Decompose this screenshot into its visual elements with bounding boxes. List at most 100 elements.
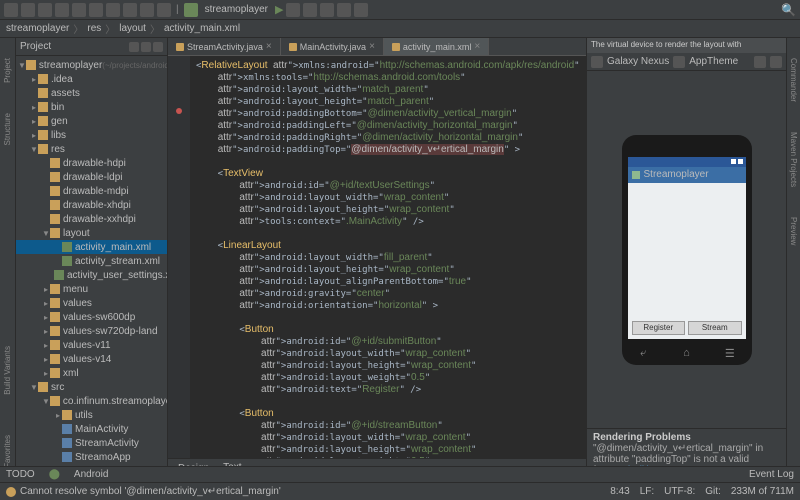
tab-preview[interactable]: Preview xyxy=(789,217,798,245)
bc-1[interactable]: res xyxy=(87,23,101,34)
hide-icon[interactable] xyxy=(153,42,163,52)
redo-icon[interactable] xyxy=(72,3,86,17)
tab-maven[interactable]: Maven Projects xyxy=(789,132,798,187)
run-config[interactable]: streamoplayer xyxy=(201,4,272,15)
error-title: Rendering Problems xyxy=(593,432,780,443)
device-frame: Streamoplayer Register Stream ⤶⌂☰ xyxy=(622,135,752,365)
gear-icon[interactable] xyxy=(141,42,151,52)
tree-node[interactable]: ▼src xyxy=(16,380,167,394)
app-icon xyxy=(632,171,640,179)
memory-indicator[interactable]: 233M of 711M xyxy=(731,486,794,497)
expand-icon[interactable] xyxy=(129,42,139,52)
bulb-icon[interactable] xyxy=(6,487,16,497)
home-nav-icon: ⌂ xyxy=(679,347,693,361)
project-panel-title: Project xyxy=(20,41,51,52)
tab-structure[interactable]: Structure xyxy=(3,113,12,145)
recents-nav-icon: ☰ xyxy=(723,347,737,361)
tree-node[interactable]: ▸utils xyxy=(16,408,167,422)
left-tool-strip: Project Structure Build Variants Favorit… xyxy=(0,38,16,478)
right-tool-strip: Commander Maven Projects Preview xyxy=(786,38,800,478)
tree-node[interactable]: ▸values-sw600dp xyxy=(16,310,167,324)
project-tree[interactable]: ▼streamoplayer (~/projects/android/)▸.id… xyxy=(16,56,167,478)
bottom-tool-strip: TODO ⬤ Android Event Log xyxy=(0,466,800,482)
tree-node[interactable]: activity_main.xml xyxy=(16,240,167,254)
git-branch[interactable]: Git: xyxy=(705,486,721,497)
cursor-position: 8:43 xyxy=(610,486,629,497)
device-icon[interactable] xyxy=(591,56,603,68)
tab-favorites[interactable]: Favorites xyxy=(3,435,12,468)
avd-icon[interactable] xyxy=(320,3,334,17)
open-icon[interactable] xyxy=(4,3,18,17)
main-toolbar: | streamoplayer ▶ 🔍 xyxy=(0,0,800,20)
error-marker-icon[interactable] xyxy=(176,108,182,114)
tab-todo[interactable]: TODO xyxy=(6,469,35,480)
debug-icon[interactable] xyxy=(286,3,300,17)
tree-node[interactable]: ▸xml xyxy=(16,366,167,380)
tree-node[interactable]: assets xyxy=(16,86,167,100)
undo-icon[interactable] xyxy=(55,3,69,17)
tree-node[interactable]: drawable-xhdpi xyxy=(16,198,167,212)
ddms-icon[interactable] xyxy=(354,3,368,17)
tree-node[interactable]: ▸bin xyxy=(16,100,167,114)
bc-0[interactable]: streamoplayer xyxy=(6,23,69,34)
encoding[interactable]: UTF-8: xyxy=(664,486,695,497)
tree-node[interactable]: ▸menu xyxy=(16,282,167,296)
battery-icon xyxy=(738,159,743,164)
tree-node[interactable]: ▼streamoplayer (~/projects/android/) xyxy=(16,58,167,72)
sdk-icon[interactable] xyxy=(337,3,351,17)
status-bar: Cannot resolve symbol '@dimen/activity_v… xyxy=(0,482,800,500)
device-select[interactable]: Galaxy Nexus xyxy=(607,56,669,67)
refresh-icon[interactable] xyxy=(38,3,52,17)
bc-2[interactable]: layout xyxy=(119,23,146,34)
tree-node[interactable]: ▸.idea xyxy=(16,72,167,86)
android-icon xyxy=(184,3,198,17)
register-button[interactable]: Register xyxy=(632,321,686,335)
stream-button[interactable]: Stream xyxy=(688,321,742,335)
save-icon[interactable] xyxy=(21,3,35,17)
stop-icon[interactable] xyxy=(303,3,317,17)
line-ending[interactable]: LF: xyxy=(640,486,654,497)
theme-icon[interactable] xyxy=(673,56,685,68)
code-editor[interactable]: <RelativeLayout attr">xmlns:android="htt… xyxy=(190,56,586,458)
tree-node[interactable]: drawable-hdpi xyxy=(16,156,167,170)
search-icon[interactable]: 🔍 xyxy=(781,3,796,17)
editor-tab[interactable]: activity_main.xml × xyxy=(384,38,489,55)
copy-icon[interactable] xyxy=(106,3,120,17)
bc-3[interactable]: activity_main.xml xyxy=(164,23,240,34)
tab-android[interactable]: Android xyxy=(74,469,108,480)
editor-tab[interactable]: StreamActivity.java × xyxy=(168,38,281,55)
tree-node[interactable]: StreamoApp xyxy=(16,450,167,464)
tree-node[interactable]: drawable-ldpi xyxy=(16,170,167,184)
tree-node[interactable]: drawable-mdpi xyxy=(16,184,167,198)
refresh-preview-icon[interactable] xyxy=(754,56,766,68)
tree-node[interactable]: ▸values-v14 xyxy=(16,352,167,366)
status-message: Cannot resolve symbol '@dimen/activity_v… xyxy=(20,486,281,497)
tree-node[interactable]: ▸values-sw720dp-land xyxy=(16,324,167,338)
back-icon[interactable] xyxy=(140,3,154,17)
tab-commander[interactable]: Commander xyxy=(789,58,798,102)
editor-tab[interactable]: MainActivity.java × xyxy=(281,38,384,55)
theme-select[interactable]: AppTheme xyxy=(689,56,738,67)
tree-node[interactable]: MainActivity xyxy=(16,422,167,436)
tab-eventlog[interactable]: Event Log xyxy=(749,469,794,480)
tree-node[interactable]: activity_stream.xml xyxy=(16,254,167,268)
breadcrumb: streamoplayer〉 res〉 layout〉 activity_mai… xyxy=(0,20,800,38)
tree-node[interactable]: ▸values-v11 xyxy=(16,338,167,352)
tree-node[interactable]: ▼res xyxy=(16,142,167,156)
tab-project[interactable]: Project xyxy=(3,58,12,83)
run-icon[interactable]: ▶ xyxy=(275,3,283,16)
tree-node[interactable]: StreamActivity xyxy=(16,436,167,450)
tree-node[interactable]: drawable-xxhdpi xyxy=(16,212,167,226)
tree-node[interactable]: ▼co.infinum.streamoplayer xyxy=(16,394,167,408)
settings-preview-icon[interactable] xyxy=(770,56,782,68)
cut-icon[interactable] xyxy=(89,3,103,17)
tree-node[interactable]: ▸values xyxy=(16,296,167,310)
tree-node[interactable]: ▸gen xyxy=(16,114,167,128)
tree-node[interactable]: ▸libs xyxy=(16,128,167,142)
tree-node[interactable]: ▼layout xyxy=(16,226,167,240)
signal-icon xyxy=(731,159,736,164)
paste-icon[interactable] xyxy=(123,3,137,17)
forward-icon[interactable] xyxy=(157,3,171,17)
tab-build-variants[interactable]: Build Variants xyxy=(3,346,12,395)
tree-node[interactable]: activity_user_settings.xml xyxy=(16,268,167,282)
